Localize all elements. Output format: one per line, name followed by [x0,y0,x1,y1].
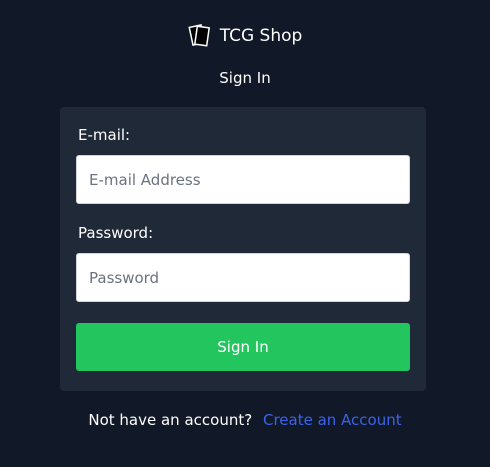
playing-cards-icon [188,24,210,47]
page-title: Sign In [219,69,271,87]
sign-in-button[interactable]: Sign In [76,323,410,371]
brand-header: TCG Shop [0,24,490,48]
create-account-link[interactable]: Create an Account [263,411,402,429]
sign-in-card: E-mail: Password: Sign In [60,107,426,391]
email-field[interactable] [76,155,410,204]
brand-name: TCG Shop [219,26,303,46]
password-field[interactable] [76,253,410,302]
signup-prompt-text: Not have an account? [88,411,253,429]
signup-prompt: Not have an account? Create an Account [0,410,490,430]
password-label: Password: [78,224,154,242]
email-label: E-mail: [78,126,131,144]
